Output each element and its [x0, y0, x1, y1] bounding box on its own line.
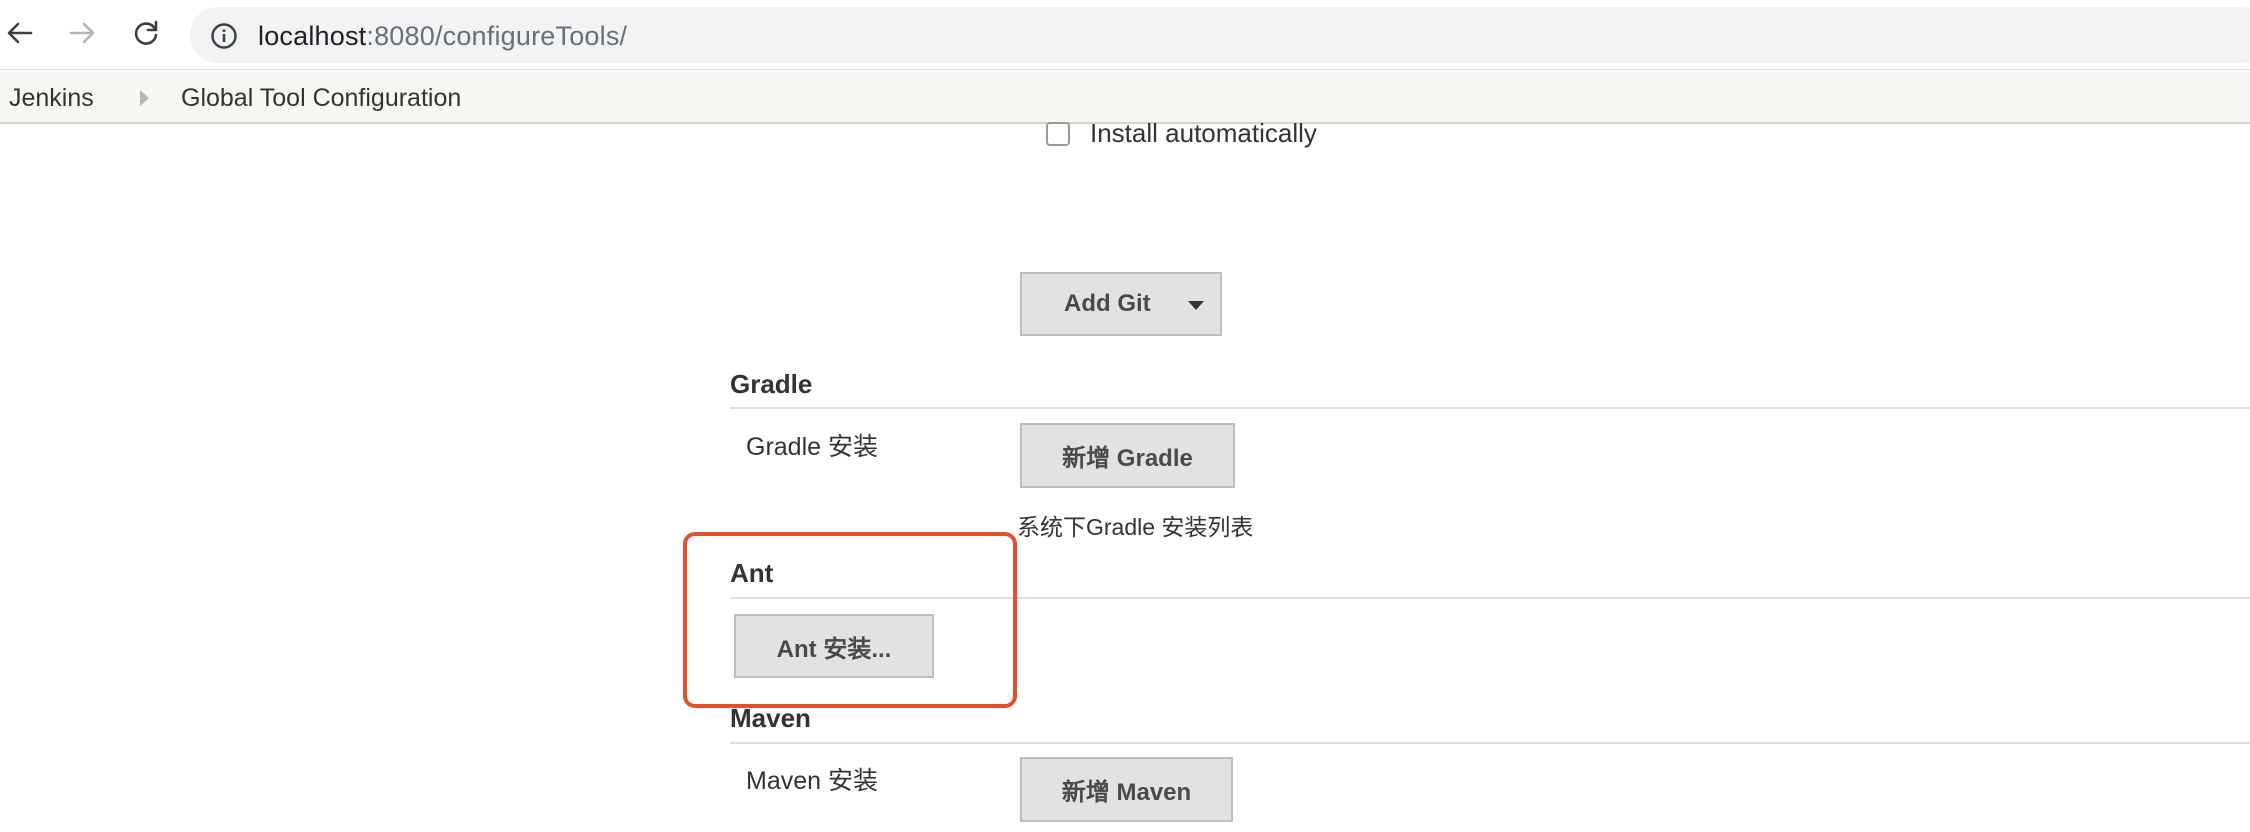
address-bar[interactable]: localhost:8080/configureTools/: [190, 7, 2250, 63]
browser-toolbar: localhost:8080/configureTools/: [0, 0, 2250, 70]
breadcrumb-global-tool-configuration[interactable]: Global Tool Configuration: [181, 84, 461, 113]
gradle-help-text: 系统下Gradle 安装列表: [1017, 514, 1254, 540]
add-gradle-button[interactable]: 新增 Gradle: [1020, 423, 1235, 488]
back-button[interactable]: [0, 13, 40, 53]
section-divider: [730, 742, 2250, 744]
install-automatically-label: Install automatically: [1090, 118, 1317, 148]
url-path: :8080/configureTools/: [366, 21, 628, 51]
section-title-gradle: Gradle: [730, 369, 813, 399]
maven-installations-label: Maven 安装: [746, 767, 878, 795]
install-automatically-checkbox[interactable]: [1046, 122, 1070, 146]
add-maven-button[interactable]: 新增 Maven: [1020, 757, 1233, 822]
breadcrumb-separator-icon[interactable]: [140, 90, 149, 106]
ant-highlight-box: [683, 532, 1017, 708]
add-git-button[interactable]: Add Git: [1020, 272, 1222, 336]
reload-icon: [134, 20, 158, 45]
url-host: localhost: [258, 21, 367, 51]
breadcrumb-jenkins[interactable]: Jenkins: [9, 84, 94, 113]
caret-down-icon[interactable]: [1188, 301, 1204, 310]
info-icon[interactable]: [210, 22, 238, 50]
gradle-installations-label: Gradle 安装: [746, 433, 878, 461]
arrow-left-icon: [7, 22, 33, 44]
breadcrumb: Jenkins Global Tool Configuration: [0, 72, 2250, 124]
reload-button[interactable]: [126, 13, 166, 53]
section-divider: [730, 407, 2250, 409]
add-git-label: Add Git: [1064, 290, 1151, 317]
arrow-right-icon: [69, 22, 95, 44]
forward-button[interactable]: [62, 13, 102, 53]
url-text[interactable]: localhost:8080/configureTools/: [258, 21, 627, 52]
